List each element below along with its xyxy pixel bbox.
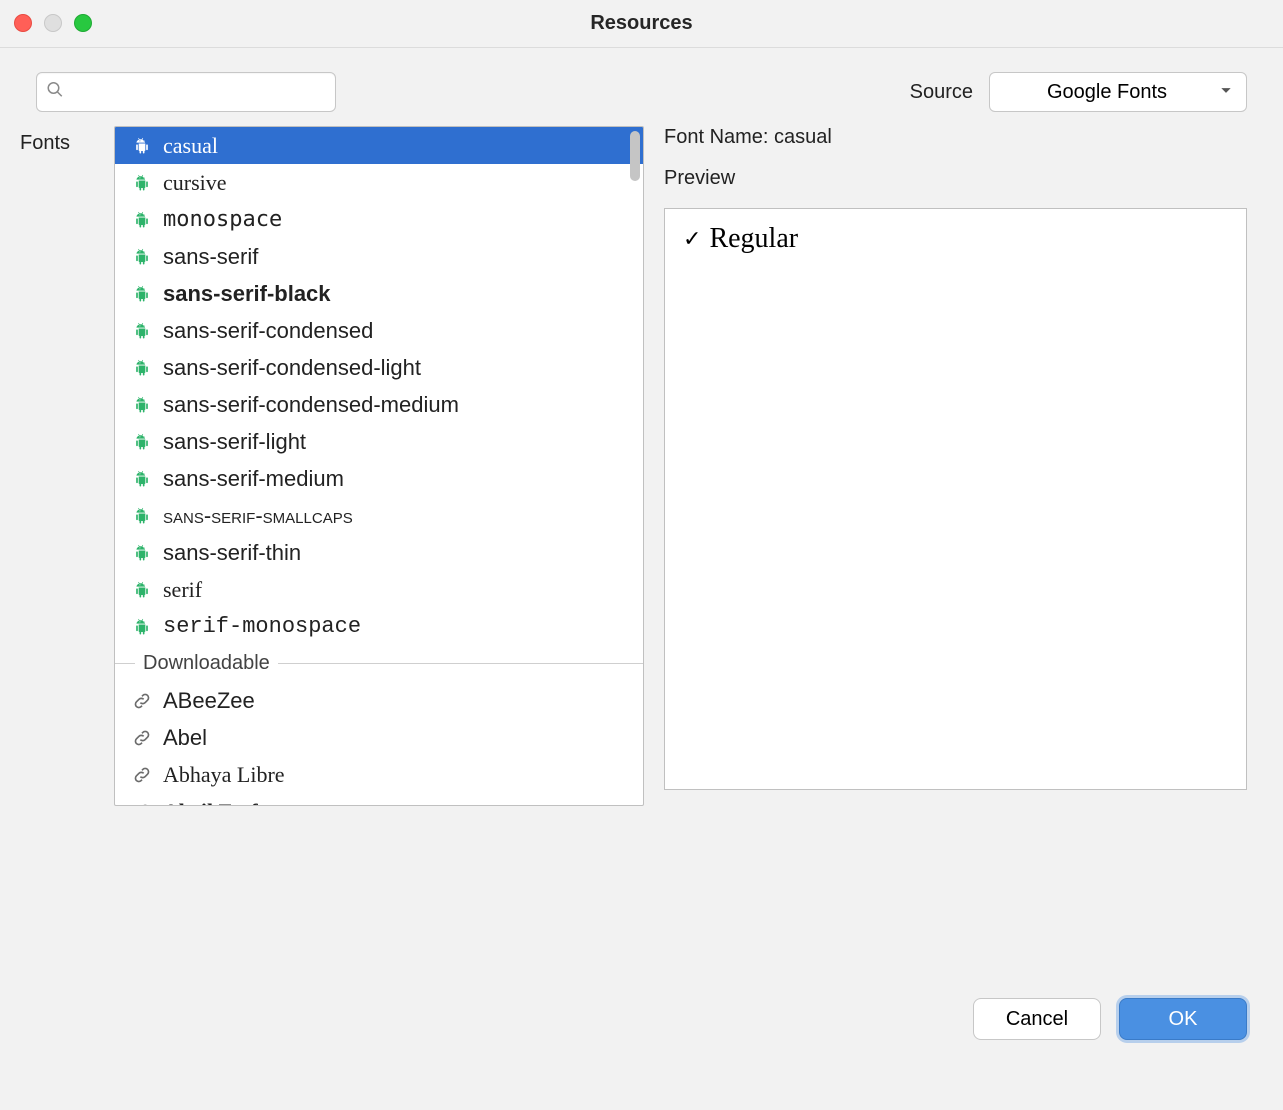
preview-item[interactable]: ✓ Regular: [683, 223, 1228, 255]
android-icon: [131, 469, 153, 489]
font-item-label: sans-serif: [163, 244, 258, 270]
font-item[interactable]: ABeeZee: [115, 682, 643, 719]
font-item-label: sans-serif-condensed: [163, 318, 373, 344]
font-item-label: casual: [163, 133, 218, 159]
font-item-label: sans-serif-black: [163, 281, 331, 307]
font-item[interactable]: sans-serif: [115, 238, 643, 275]
font-name-value: casual: [774, 126, 832, 148]
android-icon: [131, 173, 153, 193]
font-listbox-inner: casual cursive monospace sans-serif sans-ser…: [115, 127, 643, 805]
font-name-label: Font Name:: [664, 126, 768, 148]
font-item-label: sans-serif-condensed-light: [163, 355, 421, 381]
ok-button[interactable]: OK: [1119, 998, 1247, 1040]
scrollbar-thumb[interactable]: [630, 131, 640, 181]
font-item[interactable]: cursive: [115, 164, 643, 201]
source-select[interactable]: Google Fonts: [989, 72, 1247, 112]
preview-label: Preview: [664, 167, 1247, 190]
font-item-label: Abel: [163, 725, 207, 751]
font-item-label: monospace: [163, 207, 282, 232]
font-item[interactable]: Abril Fatface: [115, 793, 643, 805]
font-item[interactable]: sans-serif-condensed-light: [115, 349, 643, 386]
font-item[interactable]: sans-serif-condensed-medium: [115, 386, 643, 423]
cancel-button[interactable]: Cancel: [973, 998, 1101, 1040]
android-icon: [131, 321, 153, 341]
font-item-label: sans-serif-condensed-medium: [163, 392, 459, 418]
fonts-label: Fonts: [20, 126, 94, 155]
font-item-label: Abhaya Libre: [163, 762, 285, 788]
font-item[interactable]: sans-serif-thin: [115, 534, 643, 571]
preview-item-label: Regular: [709, 223, 798, 255]
source-select-value: Google Fonts: [1047, 81, 1167, 103]
font-listbox[interactable]: casual cursive monospace sans-serif sans-ser…: [114, 126, 644, 806]
android-icon: [131, 210, 153, 230]
font-item[interactable]: sans-serif-light: [115, 423, 643, 460]
font-item-label: cursive: [163, 170, 227, 196]
search-wrap: [36, 72, 336, 112]
android-icon: [131, 284, 153, 304]
android-icon: [131, 543, 153, 563]
search-input[interactable]: [36, 72, 336, 112]
titlebar: Resources: [0, 0, 1283, 48]
font-item-label: sans-serif-medium: [163, 466, 344, 492]
downloadable-section-header: Downloadable: [115, 645, 643, 682]
android-icon: [131, 247, 153, 267]
font-item[interactable]: Abel: [115, 719, 643, 756]
source-label: Source: [910, 81, 973, 104]
link-icon: [131, 691, 153, 711]
window-title: Resources: [590, 12, 692, 35]
source-select-wrap: Google Fonts: [989, 72, 1247, 112]
font-item-label: serif: [163, 577, 202, 603]
font-item[interactable]: monospace: [115, 201, 643, 238]
link-icon: [131, 802, 153, 806]
font-item[interactable]: serif: [115, 571, 643, 608]
font-item-label: sans-serif-light: [163, 429, 306, 455]
downloadable-section-label: Downloadable: [135, 652, 278, 675]
font-item-label: sans-serif-smallcaps: [163, 503, 353, 529]
footer-buttons: Cancel OK: [973, 998, 1247, 1040]
font-item[interactable]: casual: [115, 127, 643, 164]
font-item[interactable]: sans-serif-black: [115, 275, 643, 312]
zoom-window-button[interactable]: [74, 14, 92, 32]
font-item[interactable]: serif-monospace: [115, 608, 643, 645]
link-icon: [131, 765, 153, 785]
font-item[interactable]: sans-serif-smallcaps: [115, 497, 643, 534]
top-row: Source Google Fonts: [0, 48, 1283, 120]
android-icon: [131, 580, 153, 600]
android-icon: [131, 136, 153, 156]
android-icon: [131, 358, 153, 378]
font-name-line: Font Name: casual: [664, 126, 1247, 149]
font-item[interactable]: Abhaya Libre: [115, 756, 643, 793]
main-row: Fonts casual cursive monospace sans-serif sa…: [0, 120, 1283, 806]
font-item-label: sans-serif-thin: [163, 540, 301, 566]
android-icon: [131, 617, 153, 637]
detail-pane: Font Name: casual Preview ✓ Regular: [664, 126, 1247, 790]
link-icon: [131, 728, 153, 748]
preview-box: ✓ Regular: [664, 208, 1247, 790]
close-window-button[interactable]: [14, 14, 32, 32]
font-item-label: serif-monospace: [163, 614, 361, 639]
font-item-label: Abril Fatface: [163, 799, 288, 806]
android-icon: [131, 395, 153, 415]
checkmark-icon: ✓: [683, 226, 701, 252]
font-item[interactable]: sans-serif-medium: [115, 460, 643, 497]
window-controls: [14, 14, 92, 32]
android-icon: [131, 432, 153, 452]
android-icon: [131, 506, 153, 526]
minimize-window-button[interactable]: [44, 14, 62, 32]
font-item-label: ABeeZee: [163, 688, 255, 714]
font-item[interactable]: sans-serif-condensed: [115, 312, 643, 349]
